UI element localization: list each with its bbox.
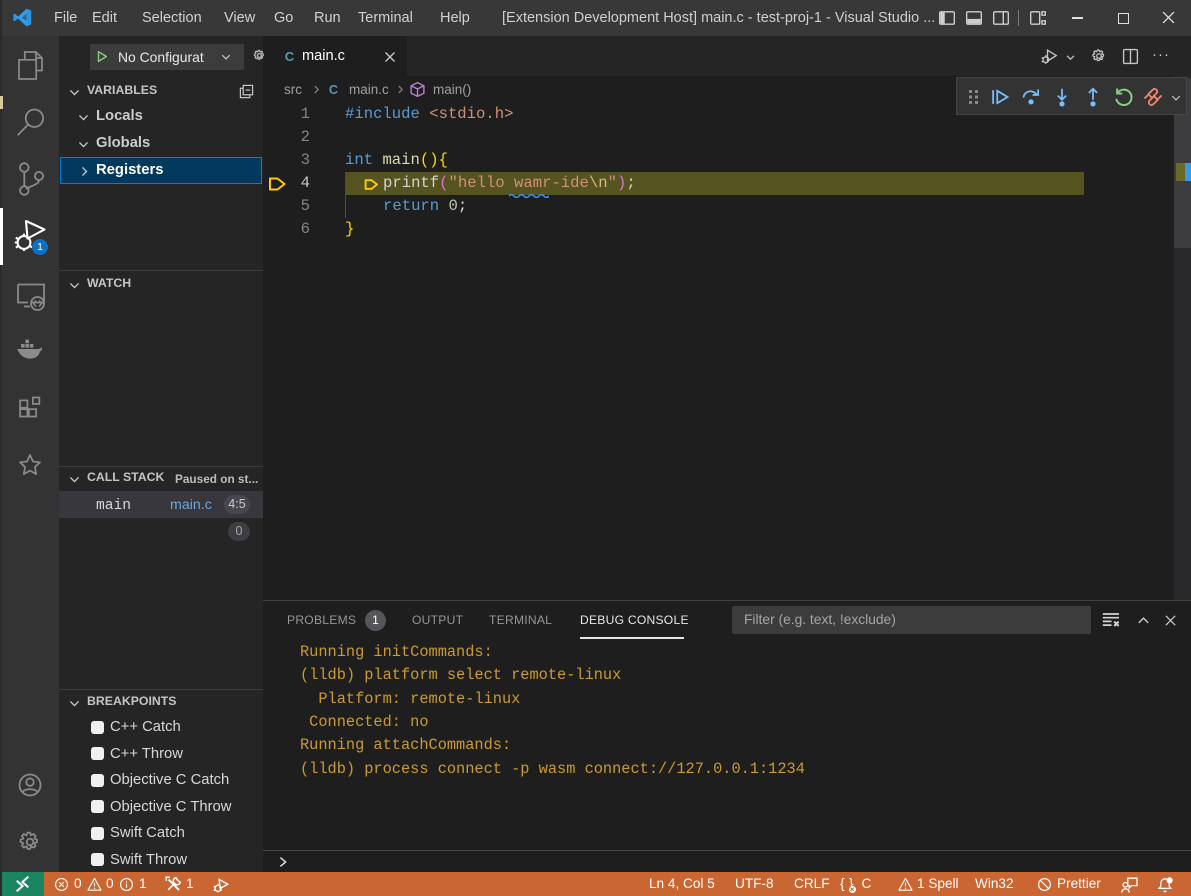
svg-text:C: C [329,83,338,97]
svg-text:C: C [285,49,295,64]
